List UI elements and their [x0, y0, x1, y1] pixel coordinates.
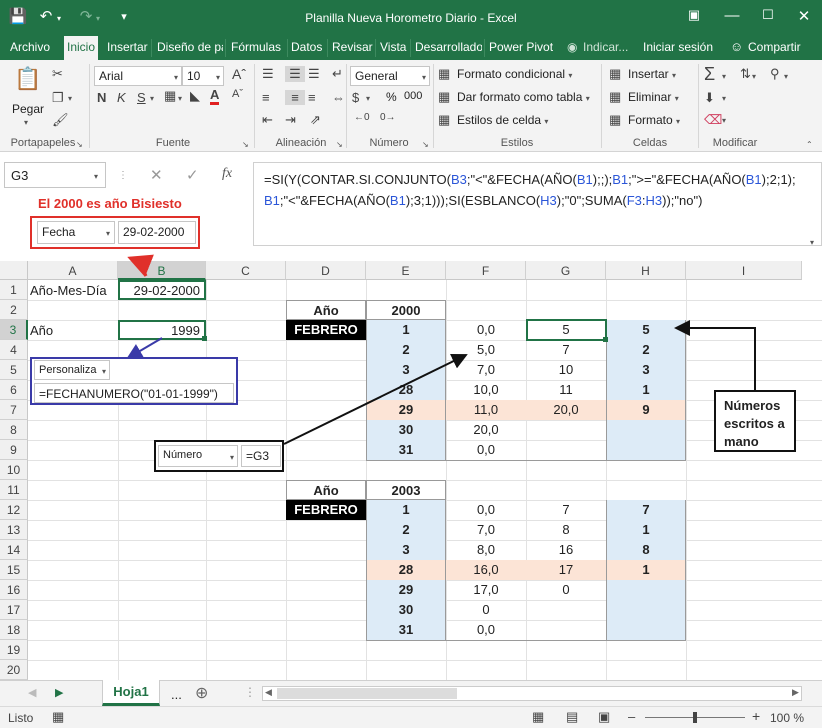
sheet-tab-hoja1[interactable]: Hoja1	[102, 680, 160, 706]
more-sheets-button[interactable]: ...	[171, 687, 182, 702]
status-text: Listo	[8, 711, 34, 725]
status-bar: Listo ▦ ▦ ▤ ▣ – + 100 %	[0, 706, 822, 728]
scrollbar-thumb[interactable]	[277, 688, 457, 699]
red-arrow	[127, 254, 154, 277]
blue-arrow	[126, 337, 163, 360]
scroll-right-icon[interactable]: ▶	[792, 687, 799, 698]
zoom-out-icon[interactable]: –	[628, 709, 635, 724]
horizontal-scrollbar[interactable]	[262, 686, 802, 701]
page-break-icon[interactable]: ▣	[598, 709, 610, 725]
add-sheet-icon[interactable]: ⊕	[195, 683, 208, 703]
normal-view-icon[interactable]: ▦	[532, 709, 544, 725]
scroll-left-icon[interactable]: ◀	[265, 687, 272, 698]
annotation-arrows	[126, 254, 756, 445]
macro-record-icon[interactable]: ▦	[52, 709, 64, 725]
splitter-icon[interactable]: ⋮	[244, 685, 256, 699]
page-layout-icon[interactable]: ▤	[566, 709, 578, 725]
next-sheet-icon[interactable]: ▶	[55, 686, 63, 699]
zoom-level[interactable]: 100 %	[770, 711, 804, 725]
sheet-tabs-bar: ◀ ▶ Hoja1 ... ⊕ ⋮ ◀ ▶	[0, 680, 822, 706]
zoom-slider-thumb[interactable]	[693, 712, 697, 723]
prev-sheet-icon[interactable]: ◀	[28, 686, 36, 699]
black-arrow-note	[674, 320, 756, 390]
black-arrow-g3	[283, 353, 468, 445]
zoom-in-icon[interactable]: +	[752, 708, 760, 724]
